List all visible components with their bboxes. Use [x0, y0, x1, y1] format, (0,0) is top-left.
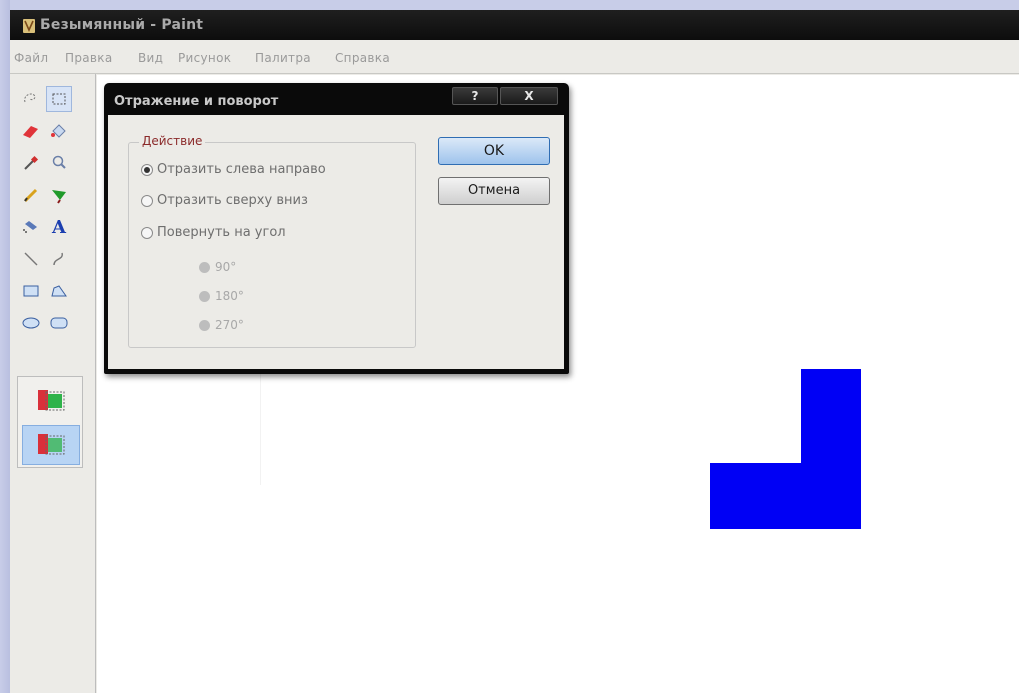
- canvas-faint-line: [260, 365, 261, 485]
- angle-180-label: 180°: [215, 289, 244, 303]
- rounded-rect-icon[interactable]: [46, 310, 72, 336]
- dialog-body: Действие Отразить слева направо Отразить…: [108, 115, 564, 369]
- help-button[interactable]: ?: [452, 87, 498, 105]
- rectangle-icon[interactable]: [18, 278, 44, 304]
- ellipse-icon[interactable]: [18, 310, 44, 336]
- action-group: Действие Отразить слева направо Отразить…: [128, 134, 416, 348]
- text-icon[interactable]: A: [46, 214, 72, 240]
- menu-bar: Файл Правка Вид Рисунок Палитра Справка: [10, 40, 1019, 74]
- window-title: Безымянный - Paint: [40, 17, 204, 33]
- flip-horizontal-option[interactable]: Отразить слева направо: [141, 162, 326, 177]
- rect-select-icon[interactable]: [46, 86, 72, 112]
- line-icon[interactable]: [18, 246, 44, 272]
- menu-view[interactable]: Вид: [138, 51, 163, 65]
- polygon-icon[interactable]: [46, 278, 72, 304]
- angle-270-label: 270°: [215, 318, 244, 332]
- tool-options-panel: [17, 376, 83, 468]
- eraser-icon[interactable]: [18, 118, 44, 144]
- opaque-selection-icon[interactable]: [22, 381, 80, 421]
- menu-file[interactable]: Файл: [14, 51, 48, 65]
- angle-90-radio: [199, 261, 210, 273]
- curve-icon[interactable]: [46, 246, 72, 272]
- menu-image[interactable]: Рисунок: [178, 51, 231, 65]
- cancel-button[interactable]: Отмена: [438, 177, 550, 205]
- angle-90-label: 90°: [215, 260, 237, 274]
- flip-horizontal-radio[interactable]: [141, 163, 153, 176]
- toolbox: A: [10, 74, 96, 693]
- angle-270-radio: [199, 319, 210, 331]
- color-picker-icon[interactable]: [18, 150, 44, 176]
- text-tool-glyph: A: [52, 216, 66, 238]
- flip-rotate-dialog: Отражение и поворот ? X Действие Отразит…: [104, 83, 569, 374]
- close-button[interactable]: X: [500, 87, 558, 105]
- title-bar[interactable]: Безымянный - Paint: [10, 10, 1019, 40]
- dialog-title: Отражение и поворот: [114, 94, 279, 109]
- free-select-icon[interactable]: [18, 86, 44, 112]
- angle-90-option: 90°: [199, 260, 236, 274]
- magnifier-icon[interactable]: [46, 150, 72, 176]
- angle-180-option: 180°: [199, 289, 244, 303]
- flip-vertical-label: Отразить сверху вниз: [157, 193, 308, 208]
- blue-shape-horizontal: [710, 463, 861, 529]
- angle-270-option: 270°: [199, 318, 244, 332]
- airbrush-icon[interactable]: [18, 214, 44, 240]
- rotate-label: Повернуть на угол: [157, 225, 286, 240]
- pencil-icon[interactable]: [18, 182, 44, 208]
- flip-vertical-radio[interactable]: [141, 194, 153, 207]
- ok-button[interactable]: OK: [438, 137, 550, 165]
- rotate-radio[interactable]: [141, 226, 153, 239]
- menu-colors[interactable]: Палитра: [255, 51, 311, 65]
- action-group-label: Действие: [139, 134, 206, 148]
- menu-help[interactable]: Справка: [335, 51, 390, 65]
- fill-icon[interactable]: [46, 118, 72, 144]
- angle-180-radio: [199, 290, 210, 302]
- rotate-option[interactable]: Повернуть на угол: [141, 225, 286, 240]
- transparent-selection-icon[interactable]: [22, 425, 80, 465]
- menu-edit[interactable]: Правка: [65, 51, 112, 65]
- flip-horizontal-label: Отразить слева направо: [157, 162, 326, 177]
- flip-vertical-option[interactable]: Отразить сверху вниз: [141, 193, 308, 208]
- paint-app-icon: [23, 19, 35, 33]
- brush-icon[interactable]: [46, 182, 72, 208]
